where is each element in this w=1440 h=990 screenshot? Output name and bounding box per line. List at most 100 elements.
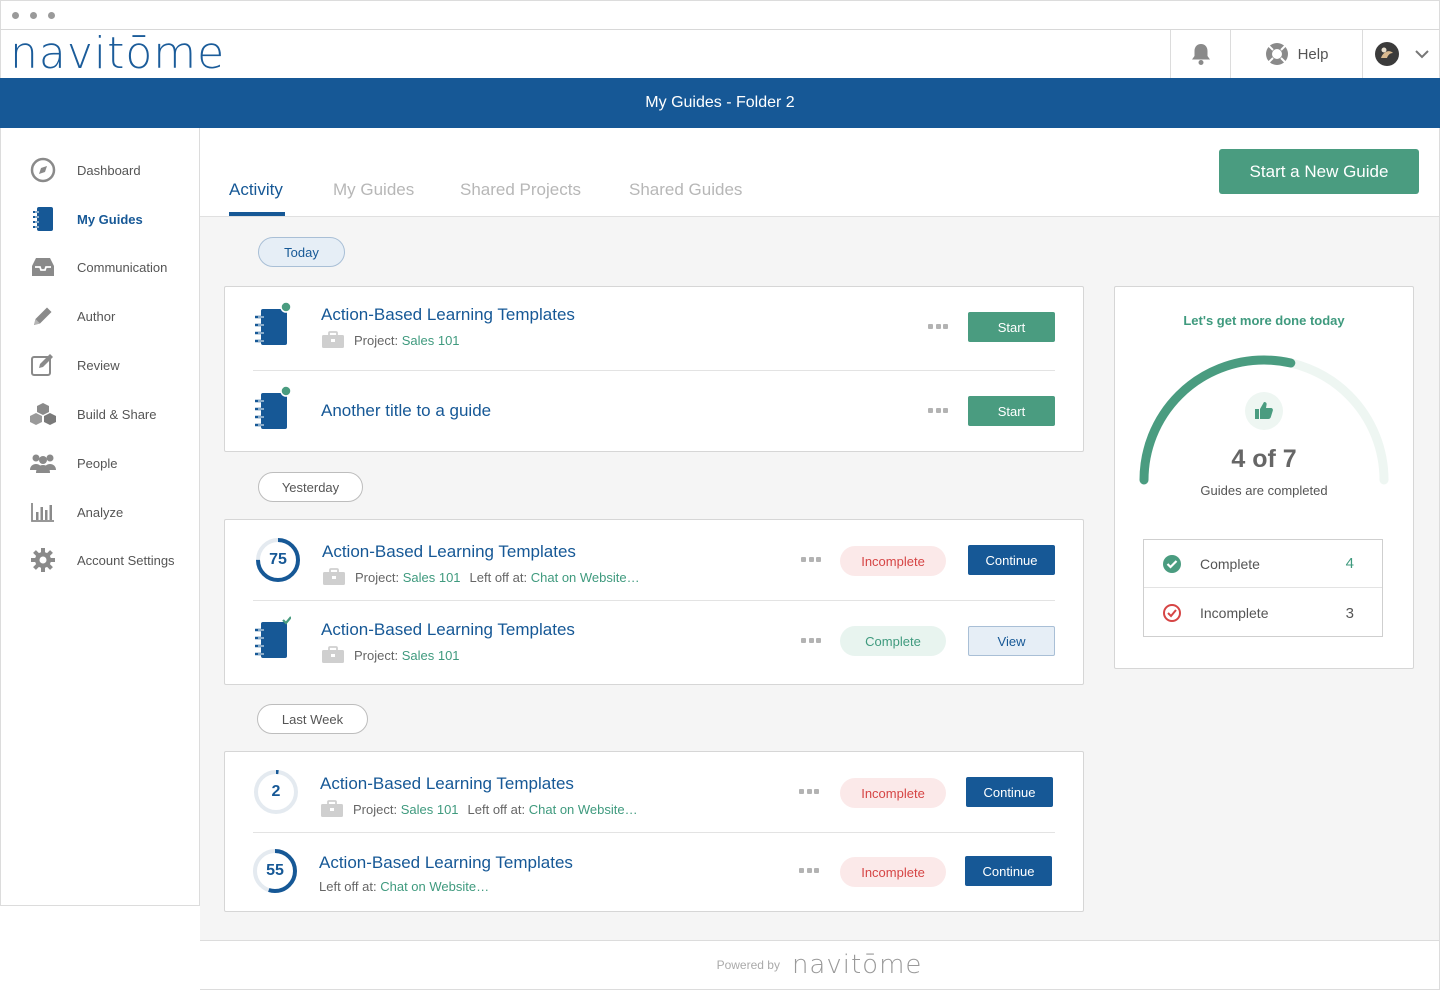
continue-button[interactable]: Continue bbox=[968, 545, 1055, 575]
guide-title[interactable]: Action-Based Learning Templates bbox=[319, 853, 573, 873]
project-link[interactable]: Sales 101 bbox=[402, 333, 460, 348]
progress-value: 55 bbox=[266, 862, 284, 879]
sidebar-item-build-share[interactable]: Build & Share bbox=[1, 394, 200, 434]
guide-notebook-icon bbox=[255, 616, 291, 658]
sidebar: Dashboard My Guides Communication Author… bbox=[0, 128, 200, 906]
project-label: Project: bbox=[354, 647, 399, 663]
project-label: Project: bbox=[353, 801, 398, 817]
legend-complete: Complete 4 bbox=[1144, 540, 1382, 588]
briefcase-icon bbox=[322, 331, 344, 348]
status-badge: Incomplete bbox=[840, 778, 946, 808]
inbox-icon bbox=[29, 253, 57, 281]
legend-complete-label: Complete bbox=[1200, 555, 1260, 572]
sidebar-item-dashboard[interactable]: Dashboard bbox=[1, 150, 200, 190]
more-options-button[interactable] bbox=[799, 868, 819, 874]
sidebar-item-label: My Guides bbox=[77, 211, 143, 227]
help-button[interactable]: Help bbox=[1230, 30, 1362, 78]
activity-card-yesterday: 75 Action-Based Learning Templates Proje… bbox=[224, 519, 1084, 685]
completion-stats-card: Let's get more done today 4 of 7 Guides … bbox=[1114, 286, 1414, 669]
start-button[interactable]: Start bbox=[968, 396, 1055, 426]
bar-chart-icon bbox=[29, 498, 57, 526]
briefcase-icon bbox=[321, 800, 343, 817]
sidebar-item-analyze[interactable]: Analyze bbox=[1, 492, 200, 532]
guide-title[interactable]: Action-Based Learning Templates bbox=[322, 542, 576, 562]
more-options-button[interactable] bbox=[799, 789, 819, 795]
guide-meta: Left off at: Chat on Website… bbox=[319, 879, 489, 894]
footer-logo: navitōme bbox=[791, 950, 923, 980]
footer: Powered by navitōme bbox=[200, 940, 1440, 990]
more-options-button[interactable] bbox=[928, 324, 948, 330]
continue-button[interactable]: Continue bbox=[965, 856, 1052, 886]
tab-activity[interactable]: Activity bbox=[229, 180, 283, 200]
guide-title[interactable]: Action-Based Learning Templates bbox=[321, 305, 575, 325]
left-off-link[interactable]: Chat on Website… bbox=[529, 802, 638, 817]
completion-subtext: Guides are completed bbox=[1200, 483, 1328, 498]
date-group-yesterday: Yesterday bbox=[258, 472, 363, 502]
sidebar-item-label: Communication bbox=[77, 259, 168, 275]
progress-value: 2 bbox=[271, 783, 281, 800]
more-options-button[interactable] bbox=[928, 408, 948, 414]
legend-complete-value: 4 bbox=[1345, 555, 1354, 572]
left-off-label: Left off at: bbox=[467, 801, 526, 817]
tab-shared-guides[interactable]: Shared Guides bbox=[629, 180, 742, 200]
sidebar-item-review[interactable]: Review bbox=[1, 345, 200, 385]
notebook-icon bbox=[29, 205, 57, 233]
status-badge: Incomplete bbox=[840, 857, 946, 887]
sidebar-item-label: Author bbox=[77, 308, 116, 324]
pencil-icon bbox=[29, 302, 57, 330]
sidebar-item-account-settings[interactable]: Account Settings bbox=[1, 540, 200, 580]
start-new-guide-button[interactable]: Start a New Guide bbox=[1219, 149, 1419, 194]
bell-icon bbox=[1191, 44, 1210, 65]
user-menu[interactable] bbox=[1362, 30, 1440, 78]
project-link[interactable]: Sales 101 bbox=[403, 570, 461, 585]
active-tab-indicator bbox=[229, 212, 285, 216]
progress-ring: 55 bbox=[251, 847, 299, 895]
compass-icon bbox=[29, 156, 57, 184]
progress-ring: 2 bbox=[252, 768, 300, 816]
start-button[interactable]: Start bbox=[968, 312, 1055, 342]
left-off-link[interactable]: Chat on Website… bbox=[531, 570, 640, 585]
progress-ring: 75 bbox=[254, 536, 302, 584]
notifications-button[interactable] bbox=[1170, 30, 1230, 78]
project-label: Project: bbox=[355, 569, 400, 585]
window-dot bbox=[12, 12, 19, 19]
left-off-label: Left off at: bbox=[469, 569, 528, 585]
view-button[interactable]: View bbox=[968, 626, 1055, 656]
guide-notebook-icon bbox=[255, 301, 291, 345]
guide-notebook-icon bbox=[255, 385, 291, 429]
guide-title[interactable]: Another title to a guide bbox=[321, 401, 491, 421]
main-content: Activity My Guides Shared Projects Share… bbox=[200, 128, 1440, 940]
sidebar-item-author[interactable]: Author bbox=[1, 296, 200, 336]
more-options-button[interactable] bbox=[801, 557, 821, 563]
tab-shared-projects[interactable]: Shared Projects bbox=[460, 180, 581, 200]
guide-meta: Project: Sales 101 bbox=[321, 646, 460, 664]
project-link[interactable]: Sales 101 bbox=[401, 802, 459, 817]
sidebar-item-communication[interactable]: Communication bbox=[1, 247, 200, 287]
sidebar-item-people[interactable]: People bbox=[1, 443, 200, 483]
sidebar-item-my-guides[interactable]: My Guides bbox=[1, 199, 200, 239]
project-link[interactable]: Sales 101 bbox=[402, 648, 460, 663]
left-off-link[interactable]: Chat on Website… bbox=[380, 879, 489, 894]
lifebuoy-icon bbox=[1265, 43, 1288, 65]
status-badge: Incomplete bbox=[840, 546, 946, 576]
guide-meta: Project: Sales 101 Left off at: Chat on … bbox=[320, 800, 638, 818]
status-badge: Complete bbox=[840, 626, 946, 656]
guide-title[interactable]: Action-Based Learning Templates bbox=[321, 620, 575, 640]
sidebar-item-label: Build & Share bbox=[77, 406, 157, 422]
tab-my-guides[interactable]: My Guides bbox=[333, 180, 414, 200]
people-icon bbox=[29, 449, 57, 477]
guide-title[interactable]: Action-Based Learning Templates bbox=[320, 774, 574, 794]
completion-count: 4 of 7 bbox=[1231, 445, 1297, 473]
legend-incomplete-label: Incomplete bbox=[1200, 605, 1269, 621]
row-divider bbox=[253, 370, 1055, 371]
guide-meta: Project: Sales 101 bbox=[321, 331, 460, 349]
sidebar-item-label: Analyze bbox=[77, 504, 124, 520]
briefcase-icon bbox=[322, 646, 344, 663]
app-logo[interactable]: navitōme bbox=[10, 30, 225, 78]
date-group-last-week: Last Week bbox=[257, 704, 368, 734]
more-options-button[interactable] bbox=[801, 638, 821, 644]
page-title: My Guides - Folder 2 bbox=[645, 94, 795, 111]
window-dot bbox=[30, 12, 37, 19]
continue-button[interactable]: Continue bbox=[966, 777, 1053, 807]
window-dot bbox=[48, 12, 55, 19]
